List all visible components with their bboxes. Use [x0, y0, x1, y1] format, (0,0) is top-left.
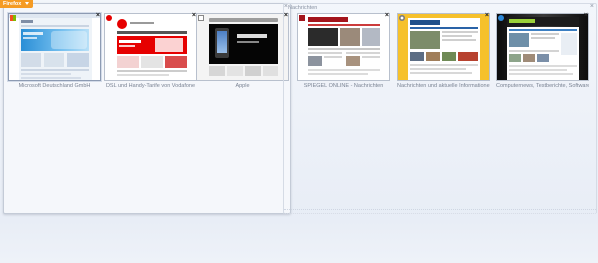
tab-thumbnail[interactable] [297, 13, 390, 81]
news-icon [399, 15, 405, 21]
group-close-icon[interactable]: × [590, 3, 594, 11]
group-title[interactable]: Nachrichten [288, 5, 317, 11]
vodafone-icon [106, 15, 112, 21]
tab-microsoft[interactable]: × Microsoft Deutschland GmbH [8, 12, 101, 93]
tab-computer-news[interactable]: × Computernews, Testberichte, Software [496, 12, 589, 93]
tab-apple[interactable]: × Apple [196, 12, 289, 93]
tab-close-icon[interactable]: × [385, 12, 389, 20]
spiegel-icon [299, 15, 305, 21]
tab-title: Nachrichten und aktuelle Informationen [397, 83, 490, 89]
tab-title: DSL und Handy-Tarife von Vodafone [105, 83, 196, 89]
tab-group-nachrichten[interactable]: Nachrichten × × SPIEGEL ONLINE - Nachric… [283, 3, 597, 214]
tab-close-icon[interactable]: × [584, 12, 588, 20]
tab-close-icon[interactable]: × [284, 12, 288, 20]
tab-thumbnail[interactable] [196, 13, 289, 81]
firefox-menu-label: Firefox [3, 1, 22, 7]
tab-title: Microsoft Deutschland GmbH [18, 83, 91, 89]
tab-spiegel[interactable]: × SPIEGEL ONLINE - Nachrichten [297, 12, 390, 93]
tab-thumbnail[interactable] [496, 13, 589, 81]
dropdown-arrow-icon [25, 2, 29, 5]
tab-vodafone[interactable]: × DSL und Handy-Tarife von Vodafone [104, 12, 197, 93]
apple-icon [198, 15, 204, 21]
tab-group-unnamed[interactable]: × × Microsoft Deutschland GmbH × DSL und… [3, 3, 291, 214]
tab-thumbnail[interactable] [8, 13, 101, 81]
tab-close-icon[interactable]: × [192, 12, 196, 20]
computer-news-icon [498, 15, 504, 21]
tab-title: Computernews, Testberichte, Software [496, 83, 589, 89]
tab-close-icon[interactable]: × [485, 12, 489, 20]
tab-thumbnail[interactable] [104, 13, 197, 81]
tab-thumbnail[interactable] [397, 13, 490, 81]
tab-title: SPIEGEL ONLINE - Nachrichten [303, 83, 384, 89]
tab-close-icon[interactable]: × [96, 12, 100, 20]
tab-title: Apple [235, 83, 250, 89]
tab-news[interactable]: × Nachrichten und aktuelle Informationen [397, 12, 490, 93]
microsoft-icon [10, 15, 16, 21]
firefox-menu-button[interactable]: Firefox [0, 0, 33, 8]
